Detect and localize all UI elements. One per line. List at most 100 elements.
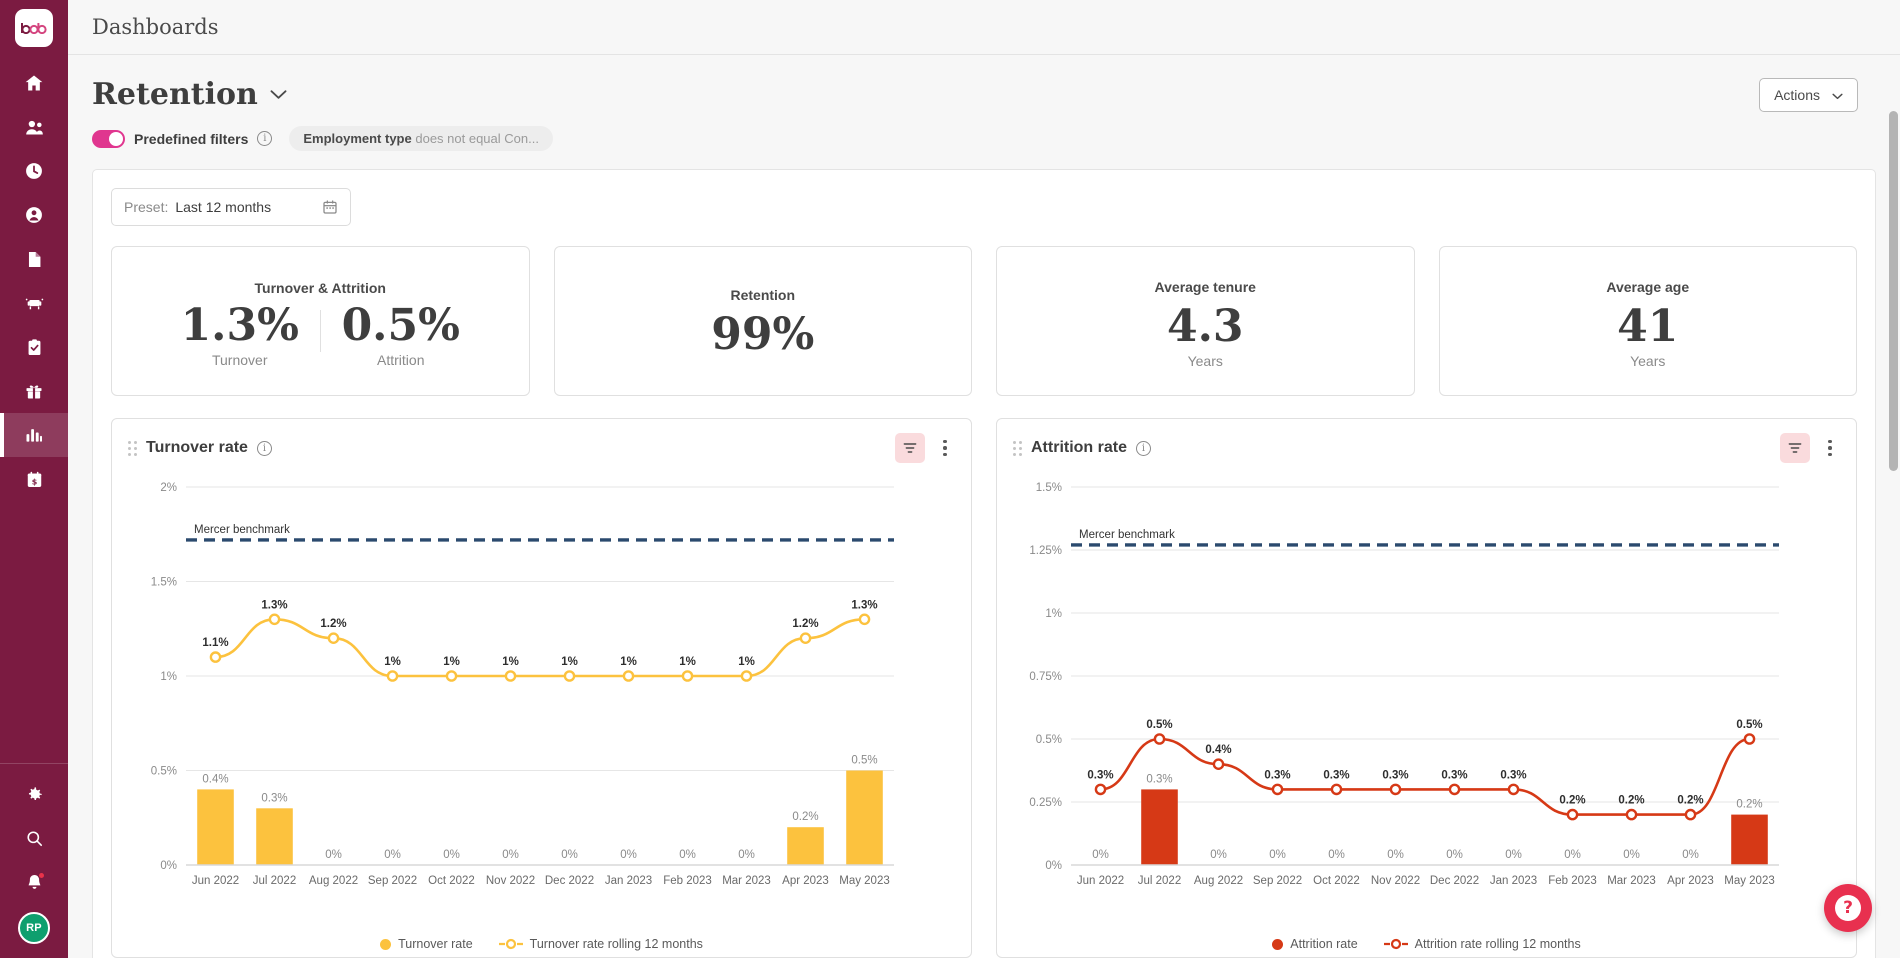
sidebar-item-analytics[interactable] <box>0 413 68 457</box>
scrollbar-thumb[interactable] <box>1889 111 1898 471</box>
chevron-down-icon[interactable] <box>270 89 287 100</box>
more-vertical-icon[interactable] <box>1820 433 1840 463</box>
gear-icon <box>25 785 44 804</box>
sidebar-item-tasks[interactable] <box>0 325 68 369</box>
sidebar-item-my-profile[interactable] <box>0 193 68 237</box>
drag-handle-icon[interactable] <box>128 441 137 456</box>
actions-button-label: Actions <box>1774 87 1820 103</box>
sidebar-item-time[interactable] <box>0 149 68 193</box>
more-vertical-icon[interactable] <box>935 433 955 463</box>
kpi-value: 41 <box>1617 303 1678 351</box>
chart-legend: Turnover rate Turnover rate rolling 12 m… <box>128 937 955 951</box>
svg-text:1.5%: 1.5% <box>1036 482 1062 494</box>
sidebar-item-search[interactable] <box>0 816 68 860</box>
svg-text:0.3%: 0.3% <box>1087 769 1113 781</box>
sidebar-item-home[interactable] <box>0 61 68 105</box>
sidebar-item-benefits[interactable] <box>0 369 68 413</box>
legend-item[interactable]: Turnover rate rolling 12 months <box>499 937 703 951</box>
svg-text:$: $ <box>31 477 37 486</box>
sidebar-item-payroll[interactable]: $ <box>0 457 68 501</box>
svg-text:Mar 2023: Mar 2023 <box>722 875 771 887</box>
svg-text:0%: 0% <box>561 849 578 861</box>
sidebar-item-documents[interactable] <box>0 237 68 281</box>
chart-plot-turnover: 0%0.5%1%1.5%2%Mercer benchmark0.4%0.3%0%… <box>128 471 955 951</box>
sidebar-item-people[interactable] <box>0 105 68 149</box>
info-icon[interactable]: i <box>257 441 272 456</box>
kpi-sublabel: Years <box>1188 353 1223 369</box>
legend-item[interactable]: Attrition rate <box>1272 937 1357 951</box>
svg-text:0%: 0% <box>1446 849 1463 861</box>
svg-text:Aug 2022: Aug 2022 <box>1194 875 1243 887</box>
kpi-sublabel: Attrition <box>377 352 424 368</box>
legend-label: Attrition rate rolling 12 months <box>1415 937 1581 951</box>
legend-item[interactable]: Attrition rate rolling 12 months <box>1384 937 1581 951</box>
kpi-half-turnover: 1.3% Turnover <box>160 302 320 368</box>
filter-chip[interactable]: Employment type does not equal Con... <box>289 126 553 151</box>
avatar[interactable]: RP <box>18 912 50 944</box>
document-icon <box>25 250 44 269</box>
drag-handle-icon[interactable] <box>1013 441 1022 456</box>
sidebar-item-settings[interactable] <box>0 772 68 816</box>
svg-text:1.3%: 1.3% <box>261 599 287 611</box>
page-breadcrumb: Dashboards <box>92 15 219 39</box>
svg-text:1%: 1% <box>738 656 755 668</box>
info-icon[interactable]: i <box>257 131 272 146</box>
svg-text:0%: 0% <box>1210 849 1227 861</box>
svg-text:Mercer benchmark: Mercer benchmark <box>194 524 290 536</box>
svg-text:0%: 0% <box>679 849 696 861</box>
kpi-value: 1.3% <box>181 302 299 350</box>
svg-text:Oct 2022: Oct 2022 <box>428 875 475 887</box>
bar-chart-icon <box>24 425 44 445</box>
page-header: Retention Actions <box>68 55 1900 112</box>
kpi-value: 99% <box>711 311 814 359</box>
svg-text:0%: 0% <box>1564 849 1581 861</box>
svg-text:1%: 1% <box>1045 608 1062 620</box>
filter-icon[interactable] <box>895 433 925 463</box>
svg-text:Feb 2023: Feb 2023 <box>1548 875 1597 887</box>
attrition-chart-svg: 0%0.25%0.5%0.75%1%1.25%1.5%Mercer benchm… <box>1013 471 1793 911</box>
sidebar-bottom-nav: RP <box>0 763 68 958</box>
filter-icon[interactable] <box>1780 433 1810 463</box>
svg-text:1%: 1% <box>384 656 401 668</box>
chart-title: Attrition rate <box>1031 439 1127 457</box>
svg-text:Apr 2023: Apr 2023 <box>782 875 829 887</box>
svg-text:0.4%: 0.4% <box>1205 744 1231 756</box>
svg-text:0.25%: 0.25% <box>1029 797 1062 809</box>
svg-text:Nov 2022: Nov 2022 <box>1371 875 1420 887</box>
chart-header: Attrition rate i <box>1013 433 1840 463</box>
bob-logo[interactable] <box>15 9 53 47</box>
svg-text:Jul 2022: Jul 2022 <box>1138 875 1181 887</box>
kpi-split: 1.3% Turnover 0.5% Attrition <box>160 302 481 368</box>
svg-text:0.75%: 0.75% <box>1029 671 1062 683</box>
predefined-filters-toggle[interactable] <box>92 130 125 148</box>
svg-text:0%: 0% <box>325 849 342 861</box>
legend-item[interactable]: Turnover rate <box>380 937 473 951</box>
turnover-chart-svg: 0%0.5%1%1.5%2%Mercer benchmark0.4%0.3%0%… <box>128 471 908 911</box>
sidebar-divider <box>0 763 68 764</box>
date-preset-selector[interactable]: Preset: Last 12 months <box>111 188 351 226</box>
svg-text:Apr 2023: Apr 2023 <box>1667 875 1714 887</box>
clipboard-check-icon <box>25 338 44 357</box>
sidebar-nav: $ <box>0 61 68 501</box>
svg-text:May 2023: May 2023 <box>839 875 890 887</box>
legend-dot-icon <box>1272 939 1283 950</box>
vertical-scrollbar[interactable] <box>1889 111 1898 958</box>
info-icon[interactable]: i <box>1136 441 1151 456</box>
svg-text:1%: 1% <box>679 656 696 668</box>
page-title: Retention <box>92 77 258 112</box>
search-icon <box>25 829 44 848</box>
svg-text:Jul 2022: Jul 2022 <box>253 875 296 887</box>
svg-text:0.3%: 0.3% <box>1382 769 1408 781</box>
legend-dot-icon <box>380 939 391 950</box>
svg-text:0%: 0% <box>1092 849 1109 861</box>
svg-text:1.2%: 1.2% <box>792 618 818 630</box>
actions-button[interactable]: Actions <box>1759 78 1858 112</box>
sidebar-item-workspace[interactable] <box>0 281 68 325</box>
legend-line-dot-icon <box>499 938 523 950</box>
svg-text:Mar 2023: Mar 2023 <box>1607 875 1656 887</box>
kpi-value: 0.5% <box>342 302 460 350</box>
help-button[interactable]: ? <box>1824 884 1872 932</box>
gift-icon <box>24 381 44 401</box>
sidebar-item-notifications[interactable] <box>0 860 68 904</box>
svg-text:1%: 1% <box>502 656 519 668</box>
